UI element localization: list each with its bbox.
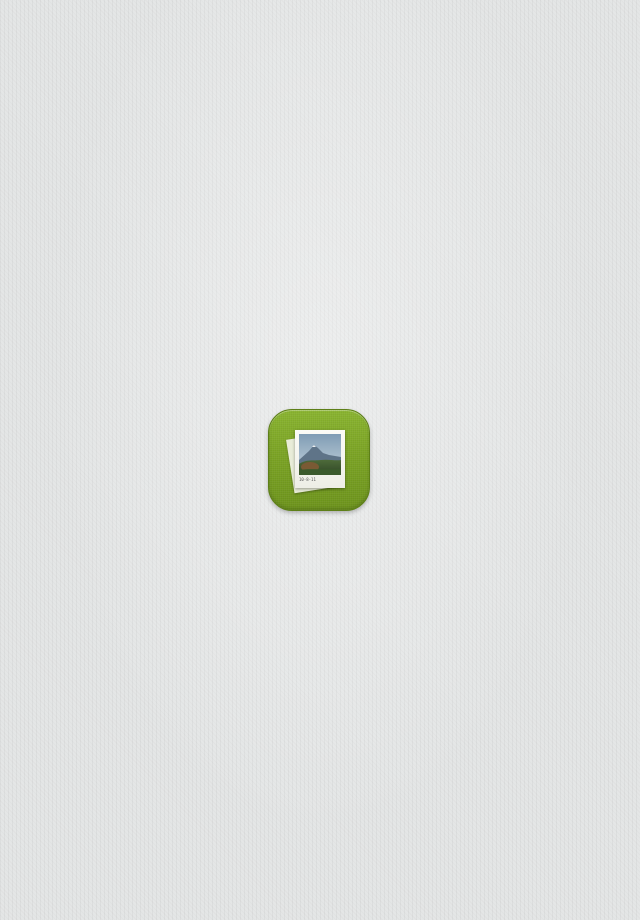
front-photo: 10-8-11: [295, 430, 345, 488]
mountain-landscape-icon: [299, 434, 341, 475]
photo-date-label: 10-8-11: [299, 477, 316, 482]
photo-app-icon[interactable]: 10-8-11: [268, 409, 370, 511]
landscape-photo-image: [299, 434, 341, 475]
